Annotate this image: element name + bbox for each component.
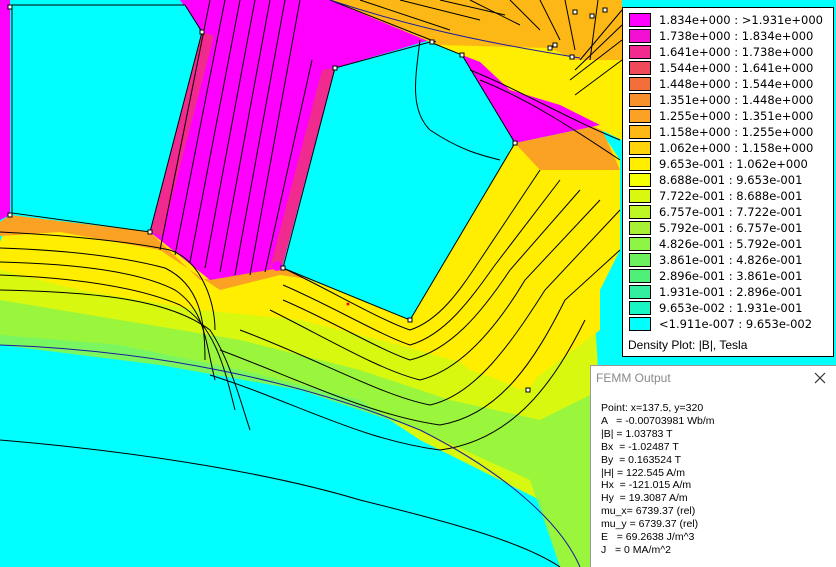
legend-label: 4.826e-001 : 5.792e-001: [659, 237, 803, 251]
legend-swatch: [629, 13, 651, 27]
legend-label: 8.688e-001 : 9.653e-001: [659, 173, 803, 187]
legend-label: 1.641e+000 : 1.738e+000: [659, 45, 814, 59]
legend-entry: 7.722e-001 : 8.688e-001: [629, 188, 829, 204]
legend-entry: 1.255e+000 : 1.351e+000: [629, 108, 829, 124]
legend-label: 7.722e-001 : 8.688e-001: [659, 189, 803, 203]
legend-entry: 9.653e-002 : 1.931e-001: [629, 300, 829, 316]
legend-swatch: [629, 285, 651, 299]
legend-label: 1.158e+000 : 1.255e+000: [659, 125, 814, 139]
legend-swatch: [629, 253, 651, 267]
legend-swatch: [629, 269, 651, 283]
output-line: A = -0.00703981 Wb/m: [601, 414, 715, 427]
output-line: E = 69.2638 J/m^3: [601, 531, 695, 544]
legend-label: 1.255e+000 : 1.351e+000: [659, 109, 814, 123]
legend-entry: 9.653e-001 : 1.062e+000: [629, 156, 829, 172]
legend-label: 1.062e+000 : 1.158e+000: [659, 141, 814, 155]
output-readout: Point: x=137.5, y=320 A = -0.00703981 Wb/…: [601, 402, 715, 557]
legend-swatch: [629, 141, 651, 155]
output-line: mu_x= 6739.37 (rel): [601, 505, 696, 518]
legend-label: 6.757e-001 : 7.722e-001: [659, 205, 803, 219]
legend-entry: 4.826e-001 : 5.792e-001: [629, 236, 829, 252]
legend-entry: 3.861e-001 : 4.826e-001: [629, 252, 829, 268]
legend-entry: 1.641e+000 : 1.738e+000: [629, 44, 829, 60]
output-line: By = 0.163524 T: [601, 453, 682, 466]
legend-entry: 1.351e+000 : 1.448e+000: [629, 92, 829, 108]
legend-swatch: [629, 173, 651, 187]
legend-label: 9.653e-002 : 1.931e-001: [659, 301, 803, 315]
legend-entry: <1.911e-007 : 9.653e-002: [629, 316, 829, 332]
legend-entry: 1.544e+000 : 1.641e+000: [629, 60, 829, 76]
legend-swatch: [629, 237, 651, 251]
legend-label: 9.653e-001 : 1.062e+000: [659, 157, 808, 171]
legend-title: Density Plot: |B|, Tesla: [628, 338, 748, 352]
legend-label: 1.738e+000 : 1.834e+000: [659, 29, 814, 43]
iron-region-left-edge: [0, 0, 10, 220]
legend-label: 1.544e+000 : 1.641e+000: [659, 61, 814, 75]
output-line: J = 0 MA/m^2: [601, 543, 671, 556]
legend-swatch: [629, 29, 651, 43]
legend-swatch: [629, 93, 651, 107]
legend-label: 3.861e-001 : 4.826e-001: [659, 253, 803, 267]
legend-entry: 2.896e-001 : 3.861e-001: [629, 268, 829, 284]
output-line: Hy = 19.3087 A/m: [601, 492, 688, 505]
legend-entry: 1.738e+000 : 1.834e+000: [629, 28, 829, 44]
legend-entry: 1.834e+000 : >1.931e+000: [629, 12, 829, 28]
output-line: |H| = 122.545 A/m: [601, 466, 685, 479]
output-line: Bx = -1.02487 T: [601, 440, 679, 453]
output-line: |B| = 1.03783 T: [601, 427, 673, 440]
legend-swatch: [629, 189, 651, 203]
legend-swatch: [629, 61, 651, 75]
legend-swatch: [629, 109, 651, 123]
output-title-bar[interactable]: FEMM Output: [591, 366, 836, 390]
legend-entry: 1.931e-001 : 2.896e-001: [629, 284, 829, 300]
legend-entry: 1.448e+000 : 1.544e+000: [629, 76, 829, 92]
legend-swatch: [629, 157, 651, 171]
legend-label: 1.834e+000 : >1.931e+000: [659, 13, 823, 27]
legend-label: 2.896e-001 : 3.861e-001: [659, 269, 803, 283]
legend-swatch: [629, 317, 651, 331]
femm-output-window: FEMM Output Point: x=137.5, y=320 A = -0.…: [590, 365, 836, 567]
legend-swatch: [629, 125, 651, 139]
legend-swatch: [629, 205, 651, 219]
legend-entry: 8.688e-001 : 9.653e-001: [629, 172, 829, 188]
legend-entry: 1.158e+000 : 1.255e+000: [629, 124, 829, 140]
output-line: Point: x=137.5, y=320: [601, 402, 704, 414]
legend-label: 1.351e+000 : 1.448e+000: [659, 93, 814, 107]
legend-swatch: [629, 221, 651, 235]
legend-swatch: [629, 301, 651, 315]
legend-swatch: [629, 77, 651, 91]
legend-entry: 5.792e-001 : 6.757e-001: [629, 220, 829, 236]
output-title: FEMM Output: [596, 371, 671, 385]
legend-entry: 6.757e-001 : 7.722e-001: [629, 204, 829, 220]
output-line: mu_y = 6739.37 (rel): [601, 518, 699, 531]
legend-label: <1.911e-007 : 9.653e-002: [659, 317, 813, 331]
density-legend: 1.834e+000 : >1.931e+000 1.738e+000 : 1.8…: [622, 7, 834, 357]
legend-entry: 1.062e+000 : 1.158e+000: [629, 140, 829, 156]
legend-swatch: [629, 45, 651, 59]
output-line: Hx = -121.015 A/m: [601, 479, 692, 492]
probe-point-marker: [346, 302, 350, 306]
legend-label: 5.792e-001 : 6.757e-001: [659, 221, 803, 235]
legend-label: 1.931e-001 : 2.896e-001: [659, 285, 803, 299]
legend-label: 1.448e+000 : 1.544e+000: [659, 77, 814, 91]
close-icon[interactable]: [810, 368, 830, 388]
